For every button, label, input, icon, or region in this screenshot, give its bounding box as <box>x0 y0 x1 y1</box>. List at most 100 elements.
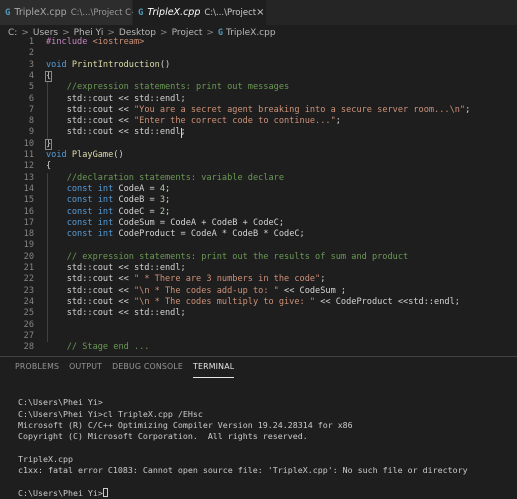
code-text: std::cout << "You are a secret agent bre… <box>46 104 471 115</box>
tab-terminal[interactable]: TERMINAL <box>193 362 235 378</box>
code-line[interactable]: 10} <box>0 139 517 150</box>
terminal-line: TripleX.cpp <box>18 453 73 464</box>
code-line[interactable]: 1 #include <iostream> <box>0 37 517 48</box>
code-line[interactable]: 6 std::cout << std::endl; <box>0 94 517 105</box>
terminal-line: C:\Users\Phei Yi>cl TripleX.cpp /EHsc <box>18 408 203 419</box>
code-line[interactable]: 27 <box>0 331 517 342</box>
terminal-cursor <box>102 487 108 497</box>
code-editor[interactable]: 1 #include <iostream> 2 3 void PrintIntroduc… <box>0 37 517 356</box>
code-text: const int CodeB = 3; <box>66 195 171 206</box>
code-line[interactable]: 24 std::cout << "\n * The codes multiply… <box>0 297 517 308</box>
indent-guide <box>47 172 48 343</box>
code-line[interactable]: 18 const int CodeProduct = CodeA * CodeB… <box>0 229 517 240</box>
line-number: 10 <box>23 138 34 149</box>
code-line[interactable]: 25 std::cout << std::endl; <box>0 308 517 319</box>
tab-triplex-project[interactable]: G TripleX.cpp C:\...\Project × <box>133 0 266 25</box>
code-line[interactable]: 12 { <box>0 161 517 172</box>
indent-guide <box>47 82 48 139</box>
cpp-file-icon: G <box>5 7 11 18</box>
code-text: std::cout << std::endl; <box>46 263 186 273</box>
terminal-line: C:\Users\Phei Yi> <box>18 397 103 408</box>
line-number: 20 <box>23 251 34 262</box>
code-line[interactable]: 28 // Stage end ... <box>0 342 517 353</box>
tab-file-path: C:\...\Project <box>204 7 257 18</box>
line-number: 19 <box>23 240 34 251</box>
code-text: std::cout << std::endl; <box>46 93 186 104</box>
code-line[interactable]: 5 //expression statements: print out mes… <box>0 82 517 93</box>
code-text: void PlayGame() <box>46 150 124 160</box>
line-number: 7 <box>28 104 34 115</box>
code-line[interactable]: 26 <box>0 320 517 331</box>
bracket-match-highlight <box>45 138 52 150</box>
code-line[interactable]: 2 <box>0 48 517 59</box>
code-line[interactable]: 9 std::cout << std::endl; <box>0 127 517 138</box>
line-number: 17 <box>23 217 34 228</box>
code-text: const int CodeA = 4; <box>66 183 171 194</box>
tab-file-name: TripleX.cpp <box>147 7 201 18</box>
code-line[interactable]: 17 const int CodeSum = CodeA + CodeB + C… <box>0 218 517 229</box>
line-number: 18 <box>23 229 34 240</box>
code-line[interactable]: 8 std::cout << "Enter the correct code t… <box>0 116 517 127</box>
code-text: void PrintIntroduction() <box>46 59 171 70</box>
code-text: //declaration statements: variable decla… <box>66 172 285 183</box>
text-cursor <box>181 128 182 139</box>
code-text: std::cout << std::endl; <box>46 308 186 319</box>
code-text: // Stage end ... <box>66 342 150 353</box>
cpp-file-icon: G <box>138 7 144 18</box>
bottom-panel: PROBLEMS OUTPUT DEBUG CONSOLE TERMINAL C… <box>0 356 517 499</box>
code-line[interactable]: 15 const int CodeB = 3; <box>0 195 517 206</box>
code-text: #include <iostream> <box>46 37 145 47</box>
bracket-match-highlight <box>45 70 52 82</box>
panel-tab-bar: PROBLEMS OUTPUT DEBUG CONSOLE TERMINAL <box>15 362 244 378</box>
code-line[interactable]: 14 const int CodeA = 4; <box>0 184 517 195</box>
code-line[interactable]: 22 std::cout << " * There are 3 numbers … <box>0 274 517 285</box>
line-number: 15 <box>23 195 34 206</box>
editor-tab-bar: G TripleX.cpp C:\...\Project C++ G Tripl… <box>0 0 517 25</box>
code-line[interactable]: 19 <box>0 240 517 251</box>
terminal-output[interactable]: C:\Users\Phei Yi> C:\Users\Phei Yi>cl Tri… <box>18 386 513 499</box>
code-text: { <box>46 161 52 172</box>
line-number: 24 <box>23 296 34 307</box>
line-number: 6 <box>28 93 34 104</box>
line-number: 1 <box>28 37 34 47</box>
code-text: const int CodeSum = CodeA + CodeB + Code… <box>66 217 285 228</box>
terminal-line: C:\Users\Phei Yi> <box>18 487 513 499</box>
terminal-line: Microsoft (R) C/C++ Optimizing Compiler … <box>18 419 353 430</box>
code-line[interactable]: 23 std::cout << "\n * The codes add-up t… <box>0 286 517 297</box>
tab-triplex-project-cpp[interactable]: G TripleX.cpp C:\...\Project C++ <box>0 0 145 25</box>
line-number: 21 <box>23 263 34 273</box>
line-number: 8 <box>28 116 34 127</box>
line-number: 12 <box>23 161 34 172</box>
terminal-line: Copyright (C) Microsoft Corporation. All… <box>18 431 308 442</box>
code-line[interactable]: 11 void PlayGame() <box>0 150 517 161</box>
line-number: 9 <box>28 127 34 138</box>
code-line[interactable]: 21 std::cout << std::endl; <box>0 263 517 274</box>
tab-file-name: TripleX.cpp <box>14 7 67 18</box>
code-line[interactable]: 20 // expression statements: print out t… <box>0 252 517 263</box>
line-number: 27 <box>23 330 34 341</box>
code-line[interactable]: 7 std::cout << "You are a secret agent b… <box>0 105 517 116</box>
line-number: 5 <box>28 82 34 93</box>
close-tab-icon[interactable]: × <box>256 7 264 18</box>
code-line[interactable]: 13 //declaration statements: variable de… <box>0 173 517 184</box>
tab-problems[interactable]: PROBLEMS <box>15 362 59 378</box>
code-line[interactable]: 16 const int CodeC = 2; <box>0 207 517 218</box>
code-text: // expression statements: print out the … <box>66 251 409 262</box>
code-text: std::cout << "\n * The codes add-up to: … <box>46 285 347 296</box>
line-number: 26 <box>23 319 34 330</box>
code-text: const int CodeProduct = CodeA * CodeB * … <box>66 229 305 240</box>
line-number: 13 <box>23 172 34 183</box>
code-text: std::cout << std::endl; <box>46 127 186 138</box>
line-number: 25 <box>23 308 34 319</box>
terminal-line: c1xx: fatal error C1083: Cannot open sou… <box>18 465 468 476</box>
line-number: 11 <box>23 150 34 160</box>
line-number: 4 <box>28 70 34 81</box>
tab-debug-console[interactable]: DEBUG CONSOLE <box>112 362 183 378</box>
code-line[interactable]: 4{ <box>0 71 517 82</box>
code-text: std::cout << "Enter the correct code to … <box>46 116 341 127</box>
code-line[interactable]: 3 void PrintIntroduction() <box>0 60 517 71</box>
tab-output[interactable]: OUTPUT <box>69 362 102 378</box>
